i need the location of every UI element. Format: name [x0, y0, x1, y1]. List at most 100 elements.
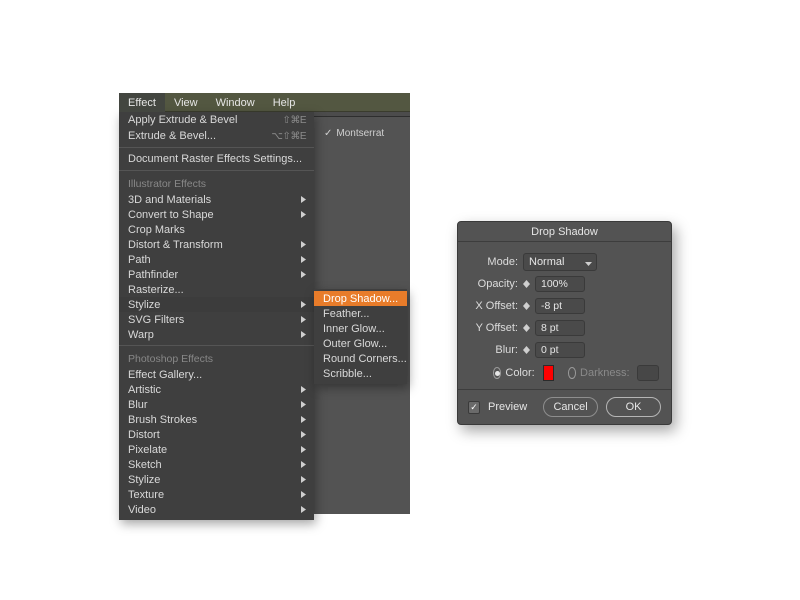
yoffset-label: Y Offset:: [470, 322, 518, 334]
section-illustrator: Illustrator Effects: [119, 174, 314, 192]
stylize-submenu: Drop Shadow...Feather...Inner Glow...Out…: [314, 289, 407, 384]
menu-item[interactable]: Blur: [119, 397, 314, 412]
chevron-right-icon: [301, 401, 306, 408]
menu-item-label: Convert to Shape: [128, 209, 214, 221]
menu-apply-last[interactable]: Apply Extrude & Bevel ⇧⌘E: [119, 112, 314, 128]
submenu-item[interactable]: Round Corners...: [314, 351, 407, 366]
shortcut-label: ⌥⇧⌘E: [271, 131, 306, 142]
menu-item-label: Texture: [128, 489, 164, 501]
blur-label: Blur:: [470, 344, 518, 356]
submenu-item[interactable]: Scribble...: [314, 366, 407, 381]
opacity-label: Opacity:: [470, 278, 518, 290]
menu-last-effect[interactable]: Extrude & Bevel... ⌥⇧⌘E: [119, 128, 314, 144]
menu-item[interactable]: Pathfinder: [119, 267, 314, 282]
cancel-button[interactable]: Cancel: [543, 397, 598, 417]
menu-item[interactable]: 3D and Materials: [119, 192, 314, 207]
menu-item-label: Brush Strokes: [128, 414, 197, 426]
preview-label: Preview: [488, 401, 527, 413]
blur-input[interactable]: 0 pt: [535, 342, 585, 358]
ok-button[interactable]: OK: [606, 397, 661, 417]
section-photoshop: Photoshop Effects: [119, 349, 314, 367]
menu-item[interactable]: Brush Strokes: [119, 412, 314, 427]
chevron-right-icon: [301, 196, 306, 203]
menu-item[interactable]: Effect Gallery...: [119, 367, 314, 382]
submenu-item[interactable]: Drop Shadow...: [314, 291, 407, 306]
chevron-right-icon: [301, 431, 306, 438]
menu-item-label: Blur: [128, 399, 148, 411]
darkness-radio[interactable]: [568, 367, 576, 379]
menu-item[interactable]: Crop Marks: [119, 222, 314, 237]
menu-item[interactable]: Artistic: [119, 382, 314, 397]
chevron-right-icon: [301, 211, 306, 218]
menu-help[interactable]: Help: [264, 93, 305, 112]
menu-item-label: Path: [128, 254, 151, 266]
chevron-right-icon: [301, 416, 306, 423]
menu-item-label: Artistic: [128, 384, 161, 396]
opacity-stepper[interactable]: [523, 276, 533, 292]
color-label: Color:: [505, 367, 534, 379]
menu-item-label: Rasterize...: [128, 284, 184, 296]
yoffset-stepper[interactable]: [523, 320, 533, 336]
menu-item-label: Stylize: [128, 299, 160, 311]
chevron-down-icon: [585, 258, 592, 270]
drop-shadow-dialog: Drop Shadow Mode: Normal Opacity: 100%: [457, 221, 672, 425]
chevron-right-icon: [301, 446, 306, 453]
chevron-right-icon: [301, 476, 306, 483]
menu-item[interactable]: Stylize: [119, 472, 314, 487]
menu-item[interactable]: Distort & Transform: [119, 237, 314, 252]
mode-select[interactable]: Normal: [523, 253, 597, 271]
darkness-input: [637, 365, 659, 381]
submenu-item[interactable]: Inner Glow...: [314, 321, 407, 336]
chevron-right-icon: [301, 316, 306, 323]
chevron-right-icon: [301, 491, 306, 498]
menu-item-label: Pixelate: [128, 444, 167, 456]
menu-item[interactable]: Path: [119, 252, 314, 267]
submenu-item[interactable]: Feather...: [314, 306, 407, 321]
chevron-right-icon: [301, 506, 306, 513]
xoffset-input[interactable]: -8 pt: [535, 298, 585, 314]
menu-item[interactable]: Stylize: [119, 297, 314, 312]
menu-item[interactable]: SVG Filters: [119, 312, 314, 327]
chevron-right-icon: [301, 386, 306, 393]
color-swatch[interactable]: [543, 365, 554, 381]
menubar: Effect View Window Help: [119, 93, 410, 112]
xoffset-stepper[interactable]: [523, 298, 533, 314]
mode-label: Mode:: [470, 256, 518, 268]
blur-stepper[interactable]: [523, 342, 533, 358]
menu-item-label: Sketch: [128, 459, 162, 471]
chevron-right-icon: [301, 241, 306, 248]
chevron-right-icon: [301, 256, 306, 263]
menu-item-label: Warp: [128, 329, 154, 341]
menu-raster-settings[interactable]: Document Raster Effects Settings...: [119, 151, 314, 167]
menu-view[interactable]: View: [165, 93, 207, 112]
menu-item-label: Distort: [128, 429, 160, 441]
menu-item[interactable]: Convert to Shape: [119, 207, 314, 222]
chevron-right-icon: [301, 271, 306, 278]
submenu-item[interactable]: Outer Glow...: [314, 336, 407, 351]
effect-dropdown: Apply Extrude & Bevel ⇧⌘E Extrude & Beve…: [119, 112, 314, 520]
menu-divider: [119, 345, 314, 346]
darkness-label: Darkness:: [580, 367, 630, 379]
yoffset-input[interactable]: 8 pt: [535, 320, 585, 336]
color-radio[interactable]: [493, 367, 501, 379]
menu-item-label: Effect Gallery...: [128, 369, 202, 381]
dialog-title: Drop Shadow: [458, 222, 671, 242]
menu-window[interactable]: Window: [207, 93, 264, 112]
menu-item-label: Distort & Transform: [128, 239, 223, 251]
shortcut-label: ⇧⌘E: [282, 115, 306, 126]
menu-item[interactable]: Texture: [119, 487, 314, 502]
menu-item[interactable]: Sketch: [119, 457, 314, 472]
menu-effect[interactable]: Effect: [119, 93, 165, 112]
menu-item[interactable]: Pixelate: [119, 442, 314, 457]
menu-item[interactable]: Warp: [119, 327, 314, 342]
menu-item[interactable]: Video: [119, 502, 314, 517]
menu-item-label: Stylize: [128, 474, 160, 486]
menu-item-label: Pathfinder: [128, 269, 178, 281]
opacity-input[interactable]: 100%: [535, 276, 585, 292]
preview-checkbox[interactable]: ✓: [468, 401, 480, 414]
menu-item-label: 3D and Materials: [128, 194, 211, 206]
chevron-right-icon: [301, 461, 306, 468]
chevron-right-icon: [301, 331, 306, 338]
menu-item[interactable]: Rasterize...: [119, 282, 314, 297]
menu-item[interactable]: Distort: [119, 427, 314, 442]
